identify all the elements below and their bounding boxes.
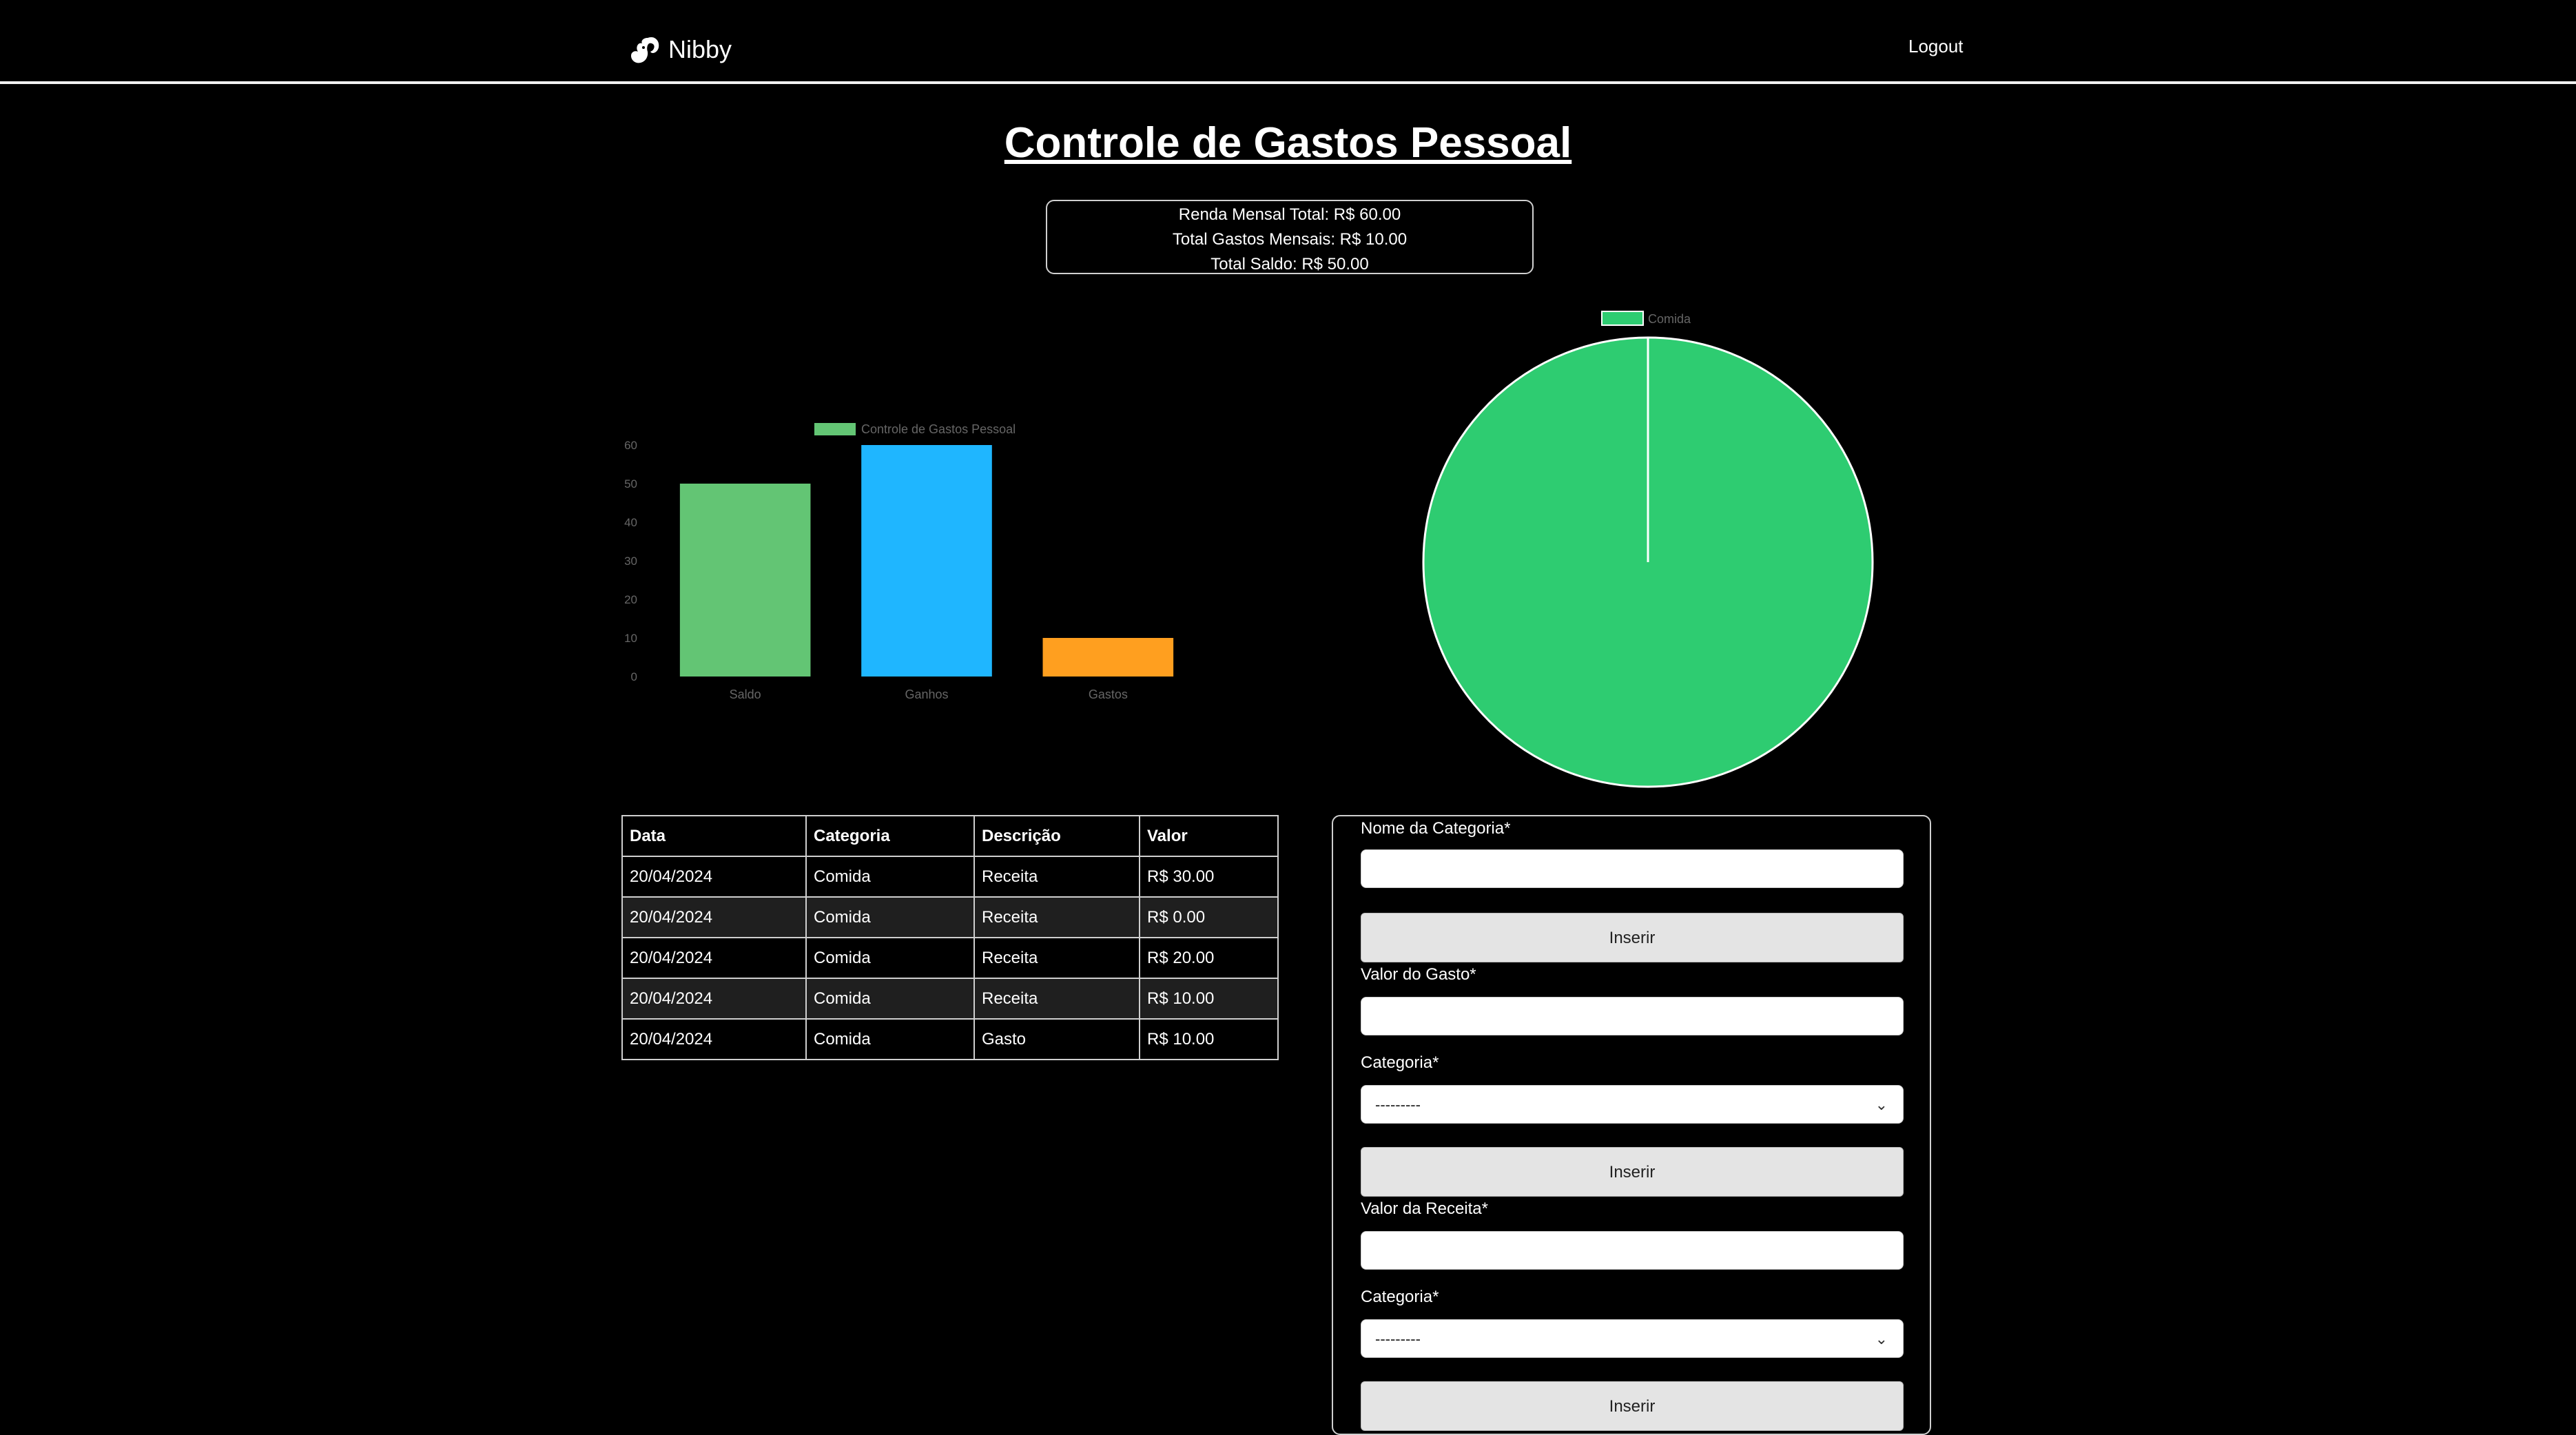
table-row: 20/04/2024 Comida Receita R$ 10.00 (621, 978, 1279, 1020)
chevron-down-icon: ⌄ (1875, 1096, 1888, 1113)
y-tick-label: 20 (624, 593, 637, 606)
header-data: Data (621, 815, 807, 857)
cell-valor: R$ 0.00 (1139, 896, 1279, 938)
table-row: 20/04/2024 Comida Gasto R$ 10.00 (621, 1018, 1279, 1060)
cell-data: 20/04/2024 (621, 978, 807, 1020)
cell-valor: R$ 20.00 (1139, 937, 1279, 979)
categoria-receita-label: Categoria* (1361, 1288, 1439, 1306)
cell-descricao: Receita (973, 937, 1140, 979)
y-tick-label: 10 (624, 632, 637, 645)
cell-valor: R$ 30.00 (1139, 856, 1279, 898)
y-tick-label: 30 (624, 555, 637, 568)
inserir-gasto-button[interactable]: Inserir (1361, 1147, 1904, 1197)
cell-categoria: Comida (805, 856, 975, 898)
categoria-receita-select[interactable]: --------- ⌄ (1361, 1319, 1904, 1358)
summary-gastos: Total Gastos Mensais: R$ 10.00 (1172, 230, 1408, 249)
brand-link[interactable]: Nibby (627, 30, 732, 69)
summary-box: Renda Mensal Total: R$ 60.00 Total Gasto… (1046, 200, 1534, 274)
legend-label: Controle de Gastos Pessoal (861, 422, 1016, 436)
header-descricao: Descrição (973, 815, 1140, 857)
inserir-categoria-button[interactable]: Inserir (1361, 913, 1904, 962)
valor-gasto-label: Valor do Gasto* (1361, 965, 1476, 984)
table-row: 20/04/2024 Comida Receita R$ 30.00 (621, 856, 1279, 898)
navbar: Nibby Logout (0, 0, 2576, 84)
header-categoria: Categoria (805, 815, 975, 857)
transactions-table: Data Categoria Descrição Valor 20/04/202… (621, 815, 1279, 1060)
bar (1042, 638, 1174, 677)
bar (679, 484, 811, 677)
legend-swatch (814, 423, 856, 435)
header-valor: Valor (1139, 815, 1279, 857)
cell-valor: R$ 10.00 (1139, 978, 1279, 1020)
table-row: 20/04/2024 Comida Receita R$ 20.00 (621, 937, 1279, 979)
y-tick-label: 40 (624, 516, 637, 529)
y-tick-label: 60 (624, 439, 637, 452)
page-title: Controle de Gastos Pessoal (1004, 119, 1572, 167)
y-tick-label: 0 (631, 670, 637, 683)
cell-data: 20/04/2024 (621, 937, 807, 979)
summary-saldo: Total Saldo: R$ 50.00 (1210, 255, 1369, 273)
cell-descricao: Receita (973, 978, 1140, 1020)
table-header-row: Data Categoria Descrição Valor (621, 815, 1279, 857)
cell-data: 20/04/2024 (621, 896, 807, 938)
cell-descricao: Receita (973, 896, 1140, 938)
cell-valor: R$ 10.00 (1139, 1018, 1279, 1060)
x-tick-label: Saldo (730, 688, 761, 701)
categoria-gasto-label: Categoria* (1361, 1053, 1439, 1072)
logout-link[interactable]: Logout (1908, 36, 1964, 57)
brand-name: Nibby (668, 35, 732, 63)
x-tick-label: Gastos (1089, 688, 1128, 701)
forms-panel: Nome da Categoria* Inserir Valor do Gast… (1332, 815, 1931, 1435)
summary-renda: Renda Mensal Total: R$ 60.00 (1178, 205, 1401, 224)
nome-categoria-input[interactable] (1361, 849, 1904, 888)
cell-categoria: Comida (805, 978, 975, 1020)
table-row: 20/04/2024 Comida Receita R$ 0.00 (621, 896, 1279, 938)
legend-label: Comida (1648, 312, 1691, 326)
categoria-receita-select-value: --------- (1375, 1330, 1421, 1348)
bar-chart: Controle de Gastos Pessoal 0 10 20 30 40 50 60 S… (624, 422, 1174, 701)
legend-swatch (1601, 311, 1644, 326)
squirrel-logo-icon (631, 37, 659, 63)
valor-receita-input[interactable] (1361, 1231, 1904, 1270)
chevron-down-icon: ⌄ (1875, 1330, 1888, 1348)
bar (861, 445, 992, 677)
categoria-gasto-select-value: --------- (1375, 1096, 1421, 1113)
y-tick-label: 50 (624, 477, 637, 491)
cell-data: 20/04/2024 (621, 1018, 807, 1060)
cell-descricao: Receita (973, 856, 1140, 898)
inserir-receita-button[interactable]: Inserir (1361, 1381, 1904, 1431)
categoria-gasto-select[interactable]: --------- ⌄ (1361, 1085, 1904, 1124)
cell-descricao: Gasto (973, 1018, 1140, 1060)
cell-data: 20/04/2024 (621, 856, 807, 898)
cell-categoria: Comida (805, 896, 975, 938)
cell-categoria: Comida (805, 937, 975, 979)
cell-categoria: Comida (805, 1018, 975, 1060)
valor-receita-label: Valor da Receita* (1361, 1199, 1488, 1218)
valor-gasto-input[interactable] (1361, 997, 1904, 1035)
pie-chart: Comida (1422, 311, 1874, 788)
x-tick-label: Ganhos (905, 688, 948, 701)
nome-categoria-label: Nome da Categoria* (1361, 819, 1511, 838)
